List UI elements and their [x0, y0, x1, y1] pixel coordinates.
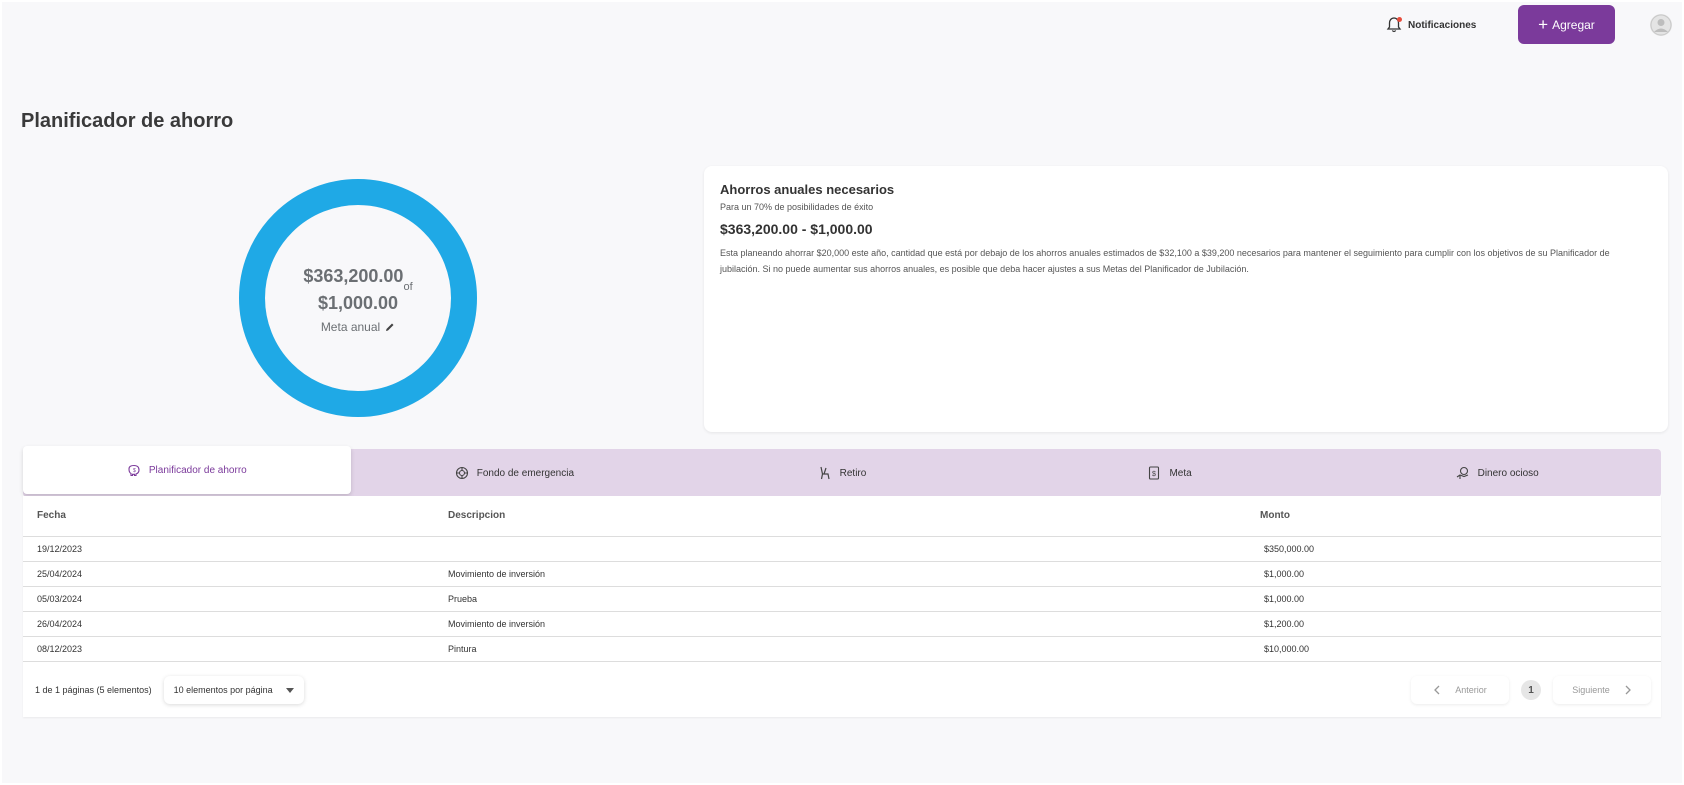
page-info: 1 de 1 páginas (5 elementos) [35, 685, 152, 695]
page: Notificaciones + Agregar Planificador de… [2, 2, 1682, 783]
user-icon [1650, 14, 1672, 36]
annual-goal-edit[interactable]: Meta anual [238, 320, 478, 334]
previous-label: Anterior [1455, 685, 1487, 695]
bell-icon [1386, 16, 1402, 34]
chevron-right-icon [1625, 685, 1631, 695]
avatar[interactable] [1650, 14, 1672, 36]
card-title: Ahorros anuales necesarios [720, 182, 895, 197]
card-description: Esta planeando ahorrar $20,000 este año,… [720, 248, 1610, 274]
next-label: Siguiente [1572, 685, 1610, 695]
add-label: Agregar [1552, 17, 1595, 32]
tab-bar: $ Planificador de ahorro Fondo de emerge… [23, 446, 1661, 497]
donut-center: $363,200.00of $1,000.00 Meta anual [238, 266, 478, 334]
page-title: Planificador de ahorro [21, 110, 234, 132]
plus-icon: + [1538, 15, 1549, 34]
svg-text:$: $ [1152, 471, 1156, 478]
table-footer: 1 de 1 páginas (5 elementos) 10 elemento… [23, 670, 1661, 710]
tab-planificador[interactable]: $ Planificador de ahorro [23, 446, 351, 494]
pencil-icon[interactable] [385, 322, 395, 332]
transactions-table: Fecha Descripcion Monto 19/12/2023 $350,… [23, 496, 1661, 717]
chevron-left-icon [1434, 685, 1440, 695]
tab-label: Planificador de ahorro [148, 464, 247, 476]
cell-fecha: 25/04/2024 [23, 561, 434, 587]
card-range: $363,200.00 - $1,000.00 [720, 221, 873, 237]
page-number[interactable]: 1 [1521, 680, 1541, 700]
add-button[interactable]: + Agregar [1518, 5, 1615, 44]
notifications-button[interactable]: Notificaciones [1386, 16, 1476, 34]
cell-fecha: 05/03/2024 [23, 586, 434, 612]
table-row[interactable]: 25/04/2024 Movimiento de inversión $1,00… [23, 561, 1661, 587]
column-header-fecha[interactable]: Fecha [23, 496, 434, 537]
table-header-row: Fecha Descripcion Monto [23, 496, 1661, 537]
tab-retiro[interactable]: Retiro [678, 449, 1006, 497]
per-page-select[interactable]: 10 elementos por página [163, 676, 304, 704]
cell-fecha: 26/04/2024 [23, 611, 434, 637]
table-row[interactable]: 05/03/2024 Prueba $1,000.00 [23, 586, 1661, 612]
cell-descripcion: Prueba [434, 586, 1246, 612]
cell-descripcion: Movimiento de inversión [434, 561, 1246, 587]
dollar-document-icon: $ [1147, 466, 1161, 480]
table-row[interactable]: 08/12/2023 Pintura $10,000.00 [23, 636, 1661, 662]
annual-savings-card: Ahorros anuales necesarios Para un 70% d… [704, 166, 1668, 432]
cell-monto: $10,000.00 [1246, 636, 1661, 662]
table-row[interactable]: 26/04/2024 Movimiento de inversión $1,20… [23, 611, 1661, 637]
cell-monto: $350,000.00 [1246, 536, 1661, 562]
cell-monto: $1,000.00 [1246, 561, 1661, 587]
table-row[interactable]: 19/12/2023 $350,000.00 [23, 536, 1661, 562]
column-header-monto[interactable]: Monto [1246, 496, 1661, 537]
cell-descripcion: Pintura [434, 636, 1246, 662]
annual-goal-label: Meta anual [320, 320, 381, 334]
donut-of-label: of [403, 281, 413, 293]
piggy-bank-icon: $ [127, 463, 141, 477]
cell-monto: $1,200.00 [1246, 611, 1661, 637]
tab-label: Fondo de emergencia [476, 467, 575, 479]
chair-icon [818, 466, 832, 480]
caret-down-icon [285, 687, 294, 693]
next-page-button[interactable]: Siguiente [1553, 676, 1651, 704]
previous-page-button[interactable]: Anterior [1411, 676, 1509, 704]
tab-label: Meta [1169, 467, 1192, 479]
cell-descripcion [434, 536, 1246, 562]
card-subtitle: Para un 70% de posibilidades de éxito [720, 202, 874, 212]
cell-descripcion: Movimiento de inversión [434, 611, 1246, 637]
donut-current-value: $363,200.00 [303, 266, 404, 286]
pagination: Anterior 1 Siguiente [1411, 676, 1651, 704]
money-hand-icon [1456, 466, 1470, 480]
tab-dinero-ocioso[interactable]: Dinero ocioso [1333, 449, 1661, 497]
per-page-value: 10 elementos por página [173, 685, 273, 695]
tab-label: Retiro [839, 467, 867, 479]
donut-goal-value: $1,000.00 [317, 293, 399, 313]
tab-meta[interactable]: $ Meta [1006, 449, 1334, 497]
column-header-descripcion[interactable]: Descripcion [434, 496, 1246, 537]
tab-label: Dinero ocioso [1477, 467, 1539, 479]
cell-monto: $1,000.00 [1246, 586, 1661, 612]
svg-text:$: $ [133, 468, 136, 474]
notifications-label: Notificaciones [1408, 19, 1477, 31]
cell-fecha: 19/12/2023 [23, 536, 434, 562]
tab-fondo-emergencia[interactable]: Fondo de emergencia [351, 449, 679, 497]
cell-fecha: 08/12/2023 [23, 636, 434, 662]
notification-dot [1397, 17, 1402, 22]
lifebuoy-icon [455, 466, 469, 480]
